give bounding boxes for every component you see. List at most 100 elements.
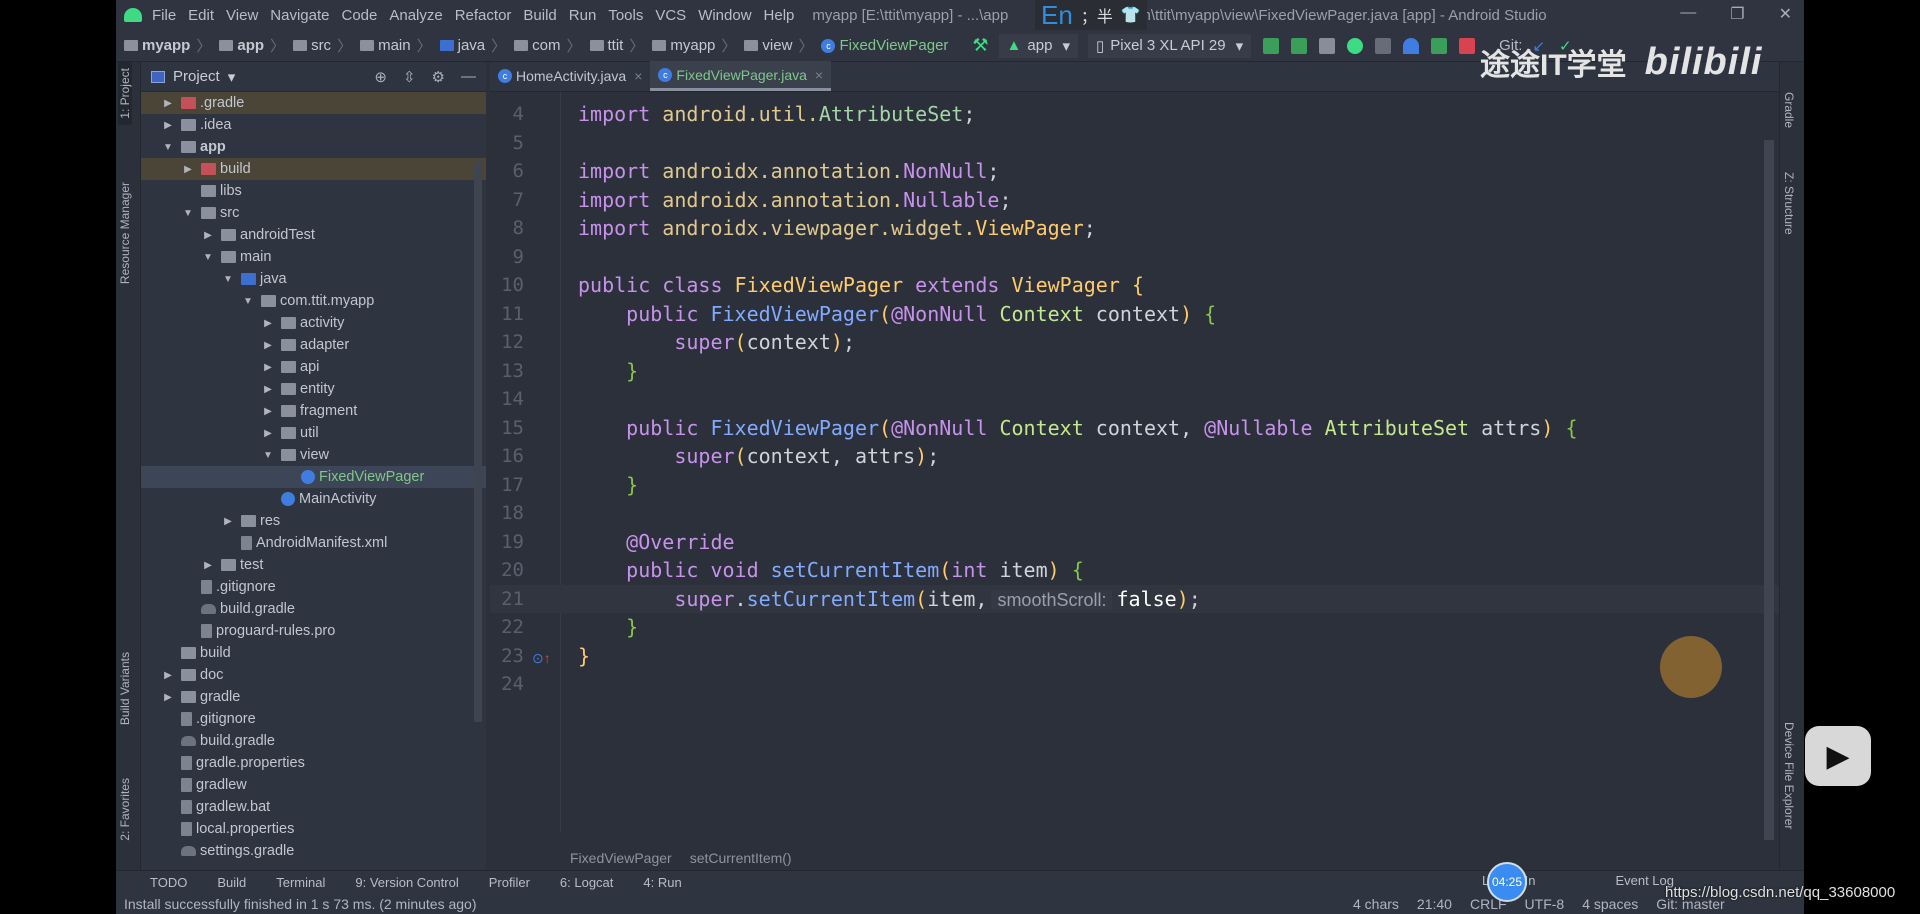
apply-code-changes-icon[interactable]: [1291, 37, 1308, 54]
tree-item[interactable]: ▶ build: [141, 158, 486, 180]
chevron-down-icon[interactable]: ▼: [221, 274, 235, 285]
tree-item[interactable]: ▶ fragment: [141, 400, 486, 422]
chevron-down-icon[interactable]: ▼: [201, 252, 215, 263]
tree-item[interactable]: ▼ src: [141, 202, 486, 224]
attach-debugger-icon[interactable]: [1431, 37, 1448, 54]
chevron-right-icon[interactable]: ▶: [161, 692, 175, 703]
status-item[interactable]: UTF-8: [1525, 896, 1565, 912]
close-button[interactable]: ✕: [1779, 4, 1792, 24]
menu-item-view[interactable]: View: [226, 7, 258, 24]
tree-item[interactable]: ▶ .idea: [141, 114, 486, 136]
menu-item-file[interactable]: File: [152, 7, 176, 24]
editor-scrollbar[interactable]: [1764, 140, 1774, 840]
tree-item[interactable]: ▼ view: [141, 444, 486, 466]
chevron-right-icon[interactable]: ▶: [261, 406, 275, 417]
tool-window-build[interactable]: Build: [217, 875, 246, 890]
tree-item[interactable]: build: [141, 642, 486, 664]
tree-item[interactable]: AndroidManifest.xml: [141, 532, 486, 554]
chevron-right-icon[interactable]: ▶: [261, 428, 275, 439]
chevron-right-icon[interactable]: ▶: [201, 230, 215, 241]
menu-item-analyze[interactable]: Analyze: [389, 7, 442, 24]
coverage-icon[interactable]: [1375, 37, 1392, 54]
tree-item[interactable]: MainActivity: [141, 488, 486, 510]
tree-item[interactable]: ▶ res: [141, 510, 486, 532]
chevron-down-icon[interactable]: ▼: [161, 142, 175, 153]
tab-structure[interactable]: Z: Structure: [1782, 172, 1796, 235]
tree-item[interactable]: ▼ main: [141, 246, 486, 268]
project-view-dropdown[interactable]: Project: [173, 68, 220, 85]
menu-item-window[interactable]: Window: [698, 7, 751, 24]
chevron-right-icon[interactable]: ▶: [221, 516, 235, 527]
menu-item-run[interactable]: Run: [569, 7, 597, 24]
collapse-all-icon[interactable]: ⇳: [403, 68, 416, 86]
chevron-right-icon[interactable]: ▶: [261, 384, 275, 395]
menu-item-code[interactable]: Code: [341, 7, 377, 24]
breadcrumb-item[interactable]: com 〉: [514, 35, 582, 56]
tree-item[interactable]: libs: [141, 180, 486, 202]
overrides-method-icon[interactable]: ⊙↑: [532, 650, 551, 667]
tree-item[interactable]: ▶ entity: [141, 378, 486, 400]
tab-build-variants[interactable]: Build Variants: [118, 652, 132, 725]
tree-item[interactable]: ▶ adapter: [141, 334, 486, 356]
close-tab-icon[interactable]: ×: [634, 68, 642, 84]
tree-item[interactable]: ▶ util: [141, 422, 486, 444]
breadcrumb-method[interactable]: setCurrentItem(): [690, 850, 792, 866]
tree-item[interactable]: ▼ java: [141, 268, 486, 290]
status-item[interactable]: 4 spaces: [1582, 896, 1638, 912]
tab-gradle[interactable]: Gradle: [1782, 92, 1796, 128]
sync-icon[interactable]: [1319, 37, 1336, 54]
profiler-icon[interactable]: [1403, 37, 1420, 54]
chevron-right-icon[interactable]: ▶: [201, 560, 215, 571]
breadcrumb-item[interactable]: app 〉: [219, 35, 285, 56]
breadcrumb-item[interactable]: main 〉: [360, 35, 432, 56]
tree-item[interactable]: proguard-rules.pro: [141, 620, 486, 642]
menu-item-refactor[interactable]: Refactor: [455, 7, 512, 24]
tab-resource-manager[interactable]: Resource Manager: [118, 182, 132, 284]
tool-window-logcat[interactable]: 6: Logcat: [560, 875, 614, 890]
tree-item[interactable]: build.gradle: [141, 598, 486, 620]
tree-item[interactable]: gradle.properties: [141, 752, 486, 774]
build-hammer-icon[interactable]: ⚒: [972, 35, 988, 56]
code-area[interactable]: 4 import android.util.AttributeSet; 5 6 impo…: [490, 100, 1779, 699]
tab-project[interactable]: 1: Project: [118, 62, 132, 125]
chevron-right-icon[interactable]: ▶: [261, 362, 275, 373]
chevron-right-icon[interactable]: ▶: [261, 318, 275, 329]
chevron-down-icon[interactable]: ▼: [261, 450, 275, 461]
tab-favorites[interactable]: 2: Favorites: [118, 778, 132, 841]
tab-fixedviewpager[interactable]: c FixedViewPager.java ×: [650, 61, 832, 91]
hide-icon[interactable]: —: [461, 68, 476, 86]
chevron-right-icon[interactable]: ▶: [261, 340, 275, 351]
tool-window-terminal[interactable]: Terminal: [276, 875, 325, 890]
tool-window-run[interactable]: 4: Run: [643, 875, 681, 890]
maximize-button[interactable]: ❐: [1730, 4, 1744, 24]
breadcrumb-item[interactable]: view 〉: [744, 35, 813, 56]
breadcrumb-item[interactable]: java 〉: [439, 35, 506, 56]
apply-changes-icon[interactable]: [1263, 37, 1280, 54]
menu-item-help[interactable]: Help: [764, 7, 795, 24]
tree-item[interactable]: build.gradle: [141, 730, 486, 752]
gear-icon[interactable]: ⚙: [432, 68, 445, 86]
chevron-right-icon[interactable]: ▶: [161, 670, 175, 681]
tool-window-todo[interactable]: TODO: [150, 875, 187, 890]
minimize-button[interactable]: —: [1680, 4, 1696, 24]
status-item[interactable]: 21:40: [1417, 896, 1452, 912]
debug-icon[interactable]: [1347, 37, 1364, 54]
tool-window-version-control[interactable]: 9: Version Control: [355, 875, 458, 890]
play-button[interactable]: ▶: [1805, 726, 1871, 786]
device-dropdown[interactable]: ▯ Pixel 3 XL API 29 ▾: [1087, 33, 1252, 58]
chevron-right-icon[interactable]: ▶: [181, 164, 195, 175]
chevron-down-icon[interactable]: ▼: [181, 208, 195, 219]
tree-item[interactable]: ▶ test: [141, 554, 486, 576]
menu-item-navigate[interactable]: Navigate: [270, 7, 329, 24]
tree-item[interactable]: ▶ api: [141, 356, 486, 378]
tree-item[interactable]: .gitignore: [141, 708, 486, 730]
tree-item[interactable]: .gitignore: [141, 576, 486, 598]
tree-item[interactable]: ▶ activity: [141, 312, 486, 334]
breadcrumb-item[interactable]: myapp 〉: [652, 35, 736, 56]
tool-window-profiler[interactable]: Profiler: [489, 875, 530, 890]
tree-item[interactable]: FixedViewPager: [141, 466, 486, 488]
tree-item[interactable]: ▶ gradle: [141, 686, 486, 708]
menu-item-build[interactable]: Build: [523, 7, 556, 24]
tree-item[interactable]: ▶ .gradle: [141, 92, 486, 114]
stop-icon[interactable]: [1459, 37, 1476, 54]
